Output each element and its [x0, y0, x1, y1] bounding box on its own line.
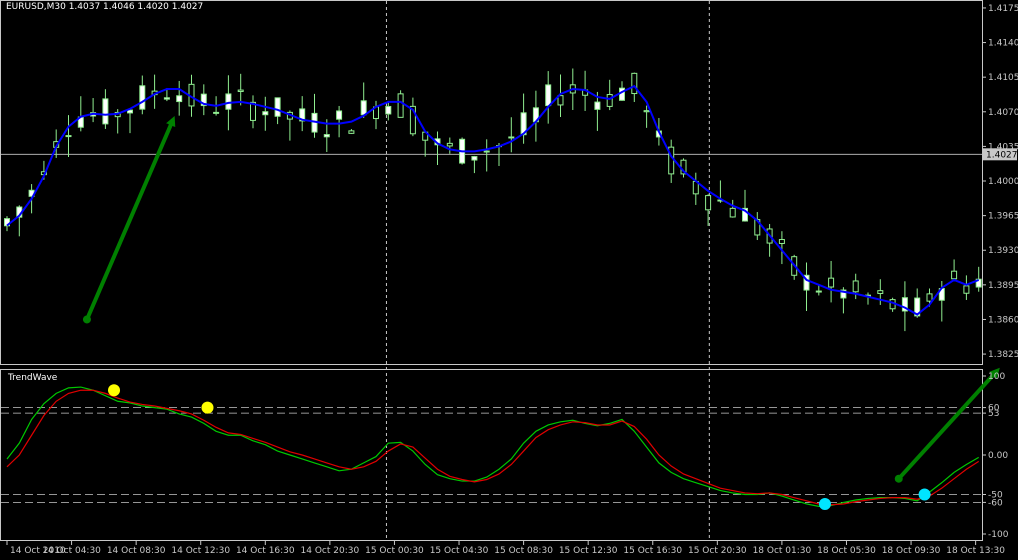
candle-body [102, 98, 109, 125]
indicator-title: TrendWave [7, 373, 58, 383]
candle-body [176, 95, 183, 103]
signal-marker [818, 497, 831, 510]
candle-body [594, 101, 601, 110]
x-tick-label: 15 Oct 04:30 [430, 546, 489, 556]
candle-body [926, 293, 933, 302]
signal-marker [918, 488, 931, 501]
trend-arrow [85, 116, 176, 321]
indicator-y-tick-label: 0.00 [988, 451, 1008, 461]
y-tick-label: 1.4140 [988, 39, 1018, 49]
indicator-panel-frame [0, 369, 983, 541]
x-tick-label: 18 Oct 09:30 [882, 546, 941, 556]
candle-body [237, 89, 244, 92]
y-tick-label: 1.3895 [988, 281, 1018, 291]
signal-marker [201, 401, 214, 414]
candle-body [631, 72, 638, 95]
y-tick-label: 1.4000 [988, 177, 1018, 187]
indicator-y-tick-label: 100 [988, 372, 1005, 382]
x-tick-label: 15 Oct 12:30 [559, 546, 618, 556]
candle-body [951, 270, 958, 280]
signal-marker [108, 384, 121, 397]
chart-canvas[interactable]: 1.41751.41401.41051.40701.40351.40001.39… [0, 0, 1018, 560]
y-tick-label: 1.3965 [988, 212, 1018, 222]
candle-body [545, 84, 552, 107]
candle-body [778, 239, 785, 244]
candle-body [815, 290, 822, 293]
candle-body [606, 94, 613, 107]
x-tick-label: 18 Oct 01:30 [753, 546, 812, 556]
indicator-y-tick-label: -60 [988, 498, 1003, 508]
x-tick-label: 18 Oct 13:30 [946, 546, 1005, 556]
x-tick-label: 14 Oct 20:30 [301, 546, 360, 556]
x-tick-label: 15 Oct 00:30 [365, 546, 424, 556]
oscillator-line [6, 386, 980, 507]
x-tick-label: 15 Oct 08:30 [494, 546, 553, 556]
candle-body [643, 110, 650, 113]
x-tick-label: 14 Oct 08:30 [107, 546, 166, 556]
current-price-label: 1.4027 [986, 150, 1018, 160]
candle-body [619, 87, 625, 101]
candle-body [397, 93, 404, 118]
candle-body [852, 280, 859, 293]
arrow-tail-dot [894, 474, 903, 483]
candle-body [446, 142, 453, 147]
y-tick-label: 1.3825 [988, 350, 1018, 360]
x-tick-label: 14 Oct 04:30 [42, 546, 101, 556]
candle-body [213, 111, 220, 114]
candle-body [385, 105, 392, 115]
candle-body [877, 290, 884, 294]
candle-body [274, 97, 281, 117]
x-tick-label: 14 Oct 16:30 [236, 546, 295, 556]
x-tick-label: 14 Oct 12:30 [171, 546, 230, 556]
candle-body [729, 207, 736, 218]
candle-body [705, 195, 712, 211]
y-tick-label: 1.3930 [988, 246, 1018, 256]
y-tick-label: 1.4105 [988, 73, 1018, 83]
candle-body [65, 135, 72, 138]
candle-body [139, 85, 146, 110]
x-tick-label: 15 Oct 20:30 [688, 546, 747, 556]
candle-body [163, 97, 170, 100]
candle-body [360, 100, 367, 116]
candle-body [483, 150, 490, 153]
chart-window: 1.4175 1.4140 1.4105 1.4070 1.4035 1.4000 1.39… [0, 0, 1018, 560]
x-tick-label: 18 Oct 05:30 [817, 546, 876, 556]
candle-body [471, 156, 478, 161]
symbol-info: EURUSD,M30 1.4037 1.4046 1.4020 1.4027 [6, 2, 203, 12]
candle-body [336, 110, 343, 120]
candle-body [828, 277, 835, 288]
y-tick-label: 1.4070 [988, 108, 1018, 118]
candle-body [323, 134, 330, 138]
indicator-y-tick-label: -100 [988, 530, 1009, 540]
indicator-y-tick-label: 53 [988, 409, 999, 419]
candle-body [225, 93, 232, 110]
candle-body [963, 285, 970, 294]
candle-body [508, 136, 515, 139]
candle-body [348, 130, 355, 134]
y-tick-label: 1.3860 [988, 315, 1018, 325]
candle-body [262, 111, 269, 116]
x-tick-label: 15 Oct 16:30 [623, 546, 682, 556]
y-tick-label: 1.4175 [988, 4, 1018, 14]
arrow-tail-dot [82, 315, 91, 324]
